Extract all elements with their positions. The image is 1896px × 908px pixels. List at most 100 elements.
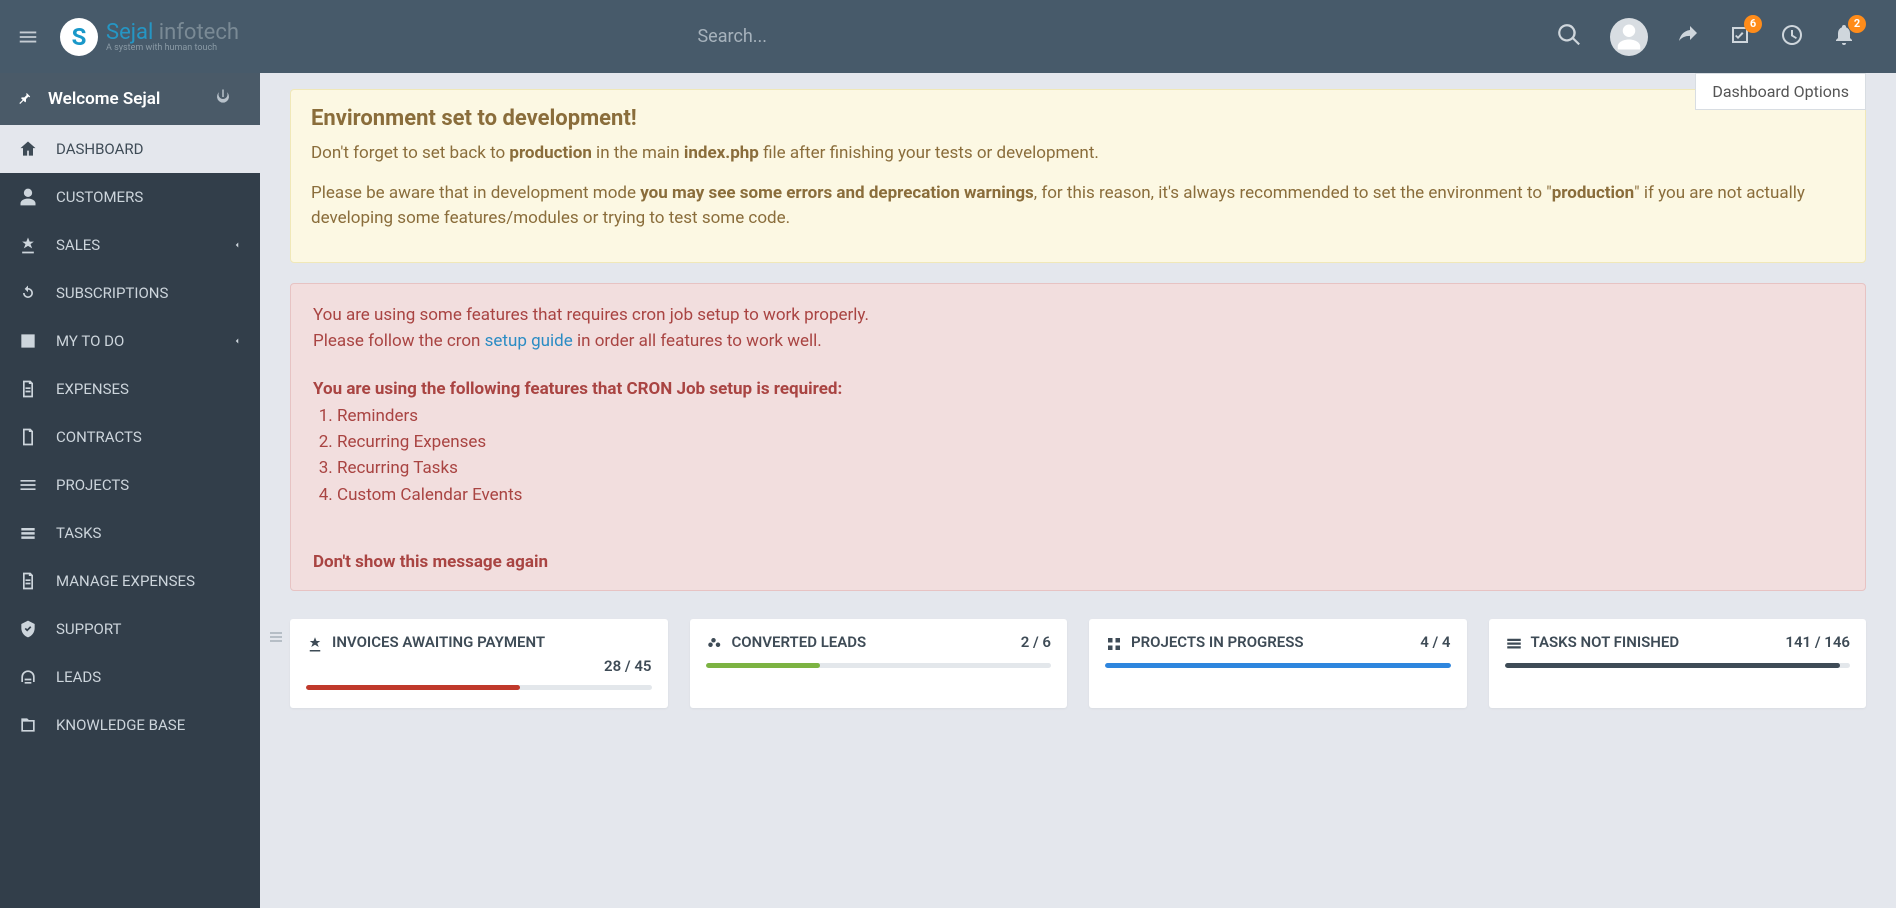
nav-label: LEADS [56,668,101,686]
nav-item-contracts[interactable]: CONTRACTS [0,413,260,461]
nav-icon [18,523,38,543]
nav-icon [18,331,38,351]
env-alert: Environment set to development! Don't fo… [290,89,1866,263]
nav-label: MY TO DO [56,332,124,350]
cron-alert-heading: You are using the following features tha… [313,376,1843,402]
nav-icon [18,379,38,399]
widget-tasks-not-finished[interactable]: TASKS NOT FINISHED141 / 146 [1489,619,1867,708]
cron-alert-p1: You are using some features that require… [313,302,1843,328]
nav-label: MANAGE EXPENSES [56,572,195,590]
topbar: Sejal infotech A system with human touch… [0,0,1896,73]
nav-icon [18,571,38,591]
widgets-row: INVOICES AWAITING PAYMENT28 / 45 CONVERTE… [290,619,1866,708]
nav-label: DASHBOARD [56,140,143,158]
cron-feature-item: Reminders [337,403,1843,429]
cron-feature-item: Recurring Tasks [337,455,1843,481]
widget-title: TASKS NOT FINISHED [1531,633,1786,651]
widget-progress [706,663,1052,668]
logo-text: Sejal infotech [106,20,239,45]
nav-item-tasks[interactable]: TASKS [0,509,260,557]
widget-progress [1105,663,1451,668]
search-icon [1556,22,1582,48]
main-content: Environment set to development! Don't fo… [260,73,1896,738]
drag-icon [268,629,284,645]
widget-title: INVOICES AWAITING PAYMENT [332,633,652,651]
widget-progress [1505,663,1851,668]
nav-icon [18,187,38,207]
cron-alert: You are using some features that require… [290,283,1866,591]
nav-item-support[interactable]: SUPPORT [0,605,260,653]
welcome-text: Welcome Sejal [48,89,160,109]
logo[interactable]: Sejal infotech A system with human touch [60,18,239,56]
logo-badge-icon [60,18,98,56]
widget-progress-bar [706,663,820,668]
clock-button[interactable] [1780,23,1804,51]
nav-label: SUBSCRIPTIONS [56,284,168,302]
widget-icon [706,635,724,653]
avatar-icon [1610,18,1648,56]
nav-label: EXPENSES [56,380,129,398]
widget-projects-in-progress[interactable]: PROJECTS IN PROGRESS4 / 4 [1089,619,1467,708]
hamburger-icon [17,26,39,48]
nav-icon [18,427,38,447]
nav-item-manage-expenses[interactable]: MANAGE EXPENSES [0,557,260,605]
nav-item-customers[interactable]: CUSTOMERS [0,173,260,221]
widget-title: PROJECTS IN PROGRESS [1131,633,1420,651]
sidebar: Welcome Sejal DASHBOARD CUSTOMERSSALES SUB… [0,73,260,908]
widget-head: PROJECTS IN PROGRESS4 / 4 [1105,633,1451,653]
nav-item-subscriptions[interactable]: SUBSCRIPTIONS [0,269,260,317]
widget-title: CONVERTED LEADS [732,633,1021,651]
nav-label: CONTRACTS [56,428,142,446]
nav-icon [18,619,38,639]
env-alert-line2: Please be aware that in development mode… [311,181,1845,232]
widget-icon [1505,635,1523,653]
widget-count: 2 / 6 [1021,633,1051,651]
widgets-drag-handle[interactable] [268,629,284,649]
chevron-icon [232,236,242,254]
nav-icon [18,715,38,735]
cron-feature-item: Custom Calendar Events [337,482,1843,508]
share-icon [1676,23,1700,47]
widget-progress-bar [1505,663,1840,668]
chevron-icon [232,332,242,350]
search-button[interactable] [1556,22,1582,52]
checklist-button[interactable]: 6 [1728,23,1752,51]
menu-toggle[interactable] [0,26,55,48]
notifications-button[interactable]: 2 [1832,23,1856,51]
widget-converted-leads[interactable]: CONVERTED LEADS2 / 6 [690,619,1068,708]
nav-icon [18,235,38,255]
dashboard-options-button[interactable]: Dashboard Options [1695,73,1866,110]
widget-head: TASKS NOT FINISHED141 / 146 [1505,633,1851,653]
logout-button[interactable] [214,88,244,111]
nav-icon [18,667,38,687]
nav-icon [18,475,38,495]
widget-progress [306,685,652,690]
cron-feature-item: Recurring Expenses [337,429,1843,455]
checklist-badge: 6 [1744,15,1762,33]
nav-label: PROJECTS [56,476,129,494]
nav-item-expenses[interactable]: EXPENSES [0,365,260,413]
widget-progress-bar [1105,663,1451,668]
cron-feature-list: RemindersRecurring ExpensesRecurring Tas… [337,403,1843,508]
nav-item-my-to-do[interactable]: MY TO DO [0,317,260,365]
cron-dismiss-link[interactable]: Don't show this message again [313,552,1843,572]
pin-icon [16,89,36,109]
widget-head: CONVERTED LEADS2 / 6 [706,633,1052,653]
user-avatar[interactable] [1610,18,1648,56]
nav-item-knowledge-base[interactable]: KNOWLEDGE BASE [0,701,260,749]
search-input[interactable] [697,26,1097,47]
widget-head: INVOICES AWAITING PAYMENT28 / 45 [306,633,652,675]
nav-label: SUPPORT [56,620,122,638]
nav-list: DASHBOARD CUSTOMERSSALES SUBSCRIPTIONS MY T… [0,125,260,749]
nav-item-dashboard[interactable]: DASHBOARD [0,125,260,173]
nav-label: TASKS [56,524,101,542]
cron-setup-link[interactable]: setup guide [485,331,573,351]
nav-icon [18,283,38,303]
nav-item-projects[interactable]: PROJECTS [0,461,260,509]
clock-icon [1780,23,1804,47]
nav-item-sales[interactable]: SALES [0,221,260,269]
widget-icon [306,635,324,653]
share-button[interactable] [1676,23,1700,51]
widget-invoices-awaiting-payment[interactable]: INVOICES AWAITING PAYMENT28 / 45 [290,619,668,708]
nav-item-leads[interactable]: LEADS [0,653,260,701]
